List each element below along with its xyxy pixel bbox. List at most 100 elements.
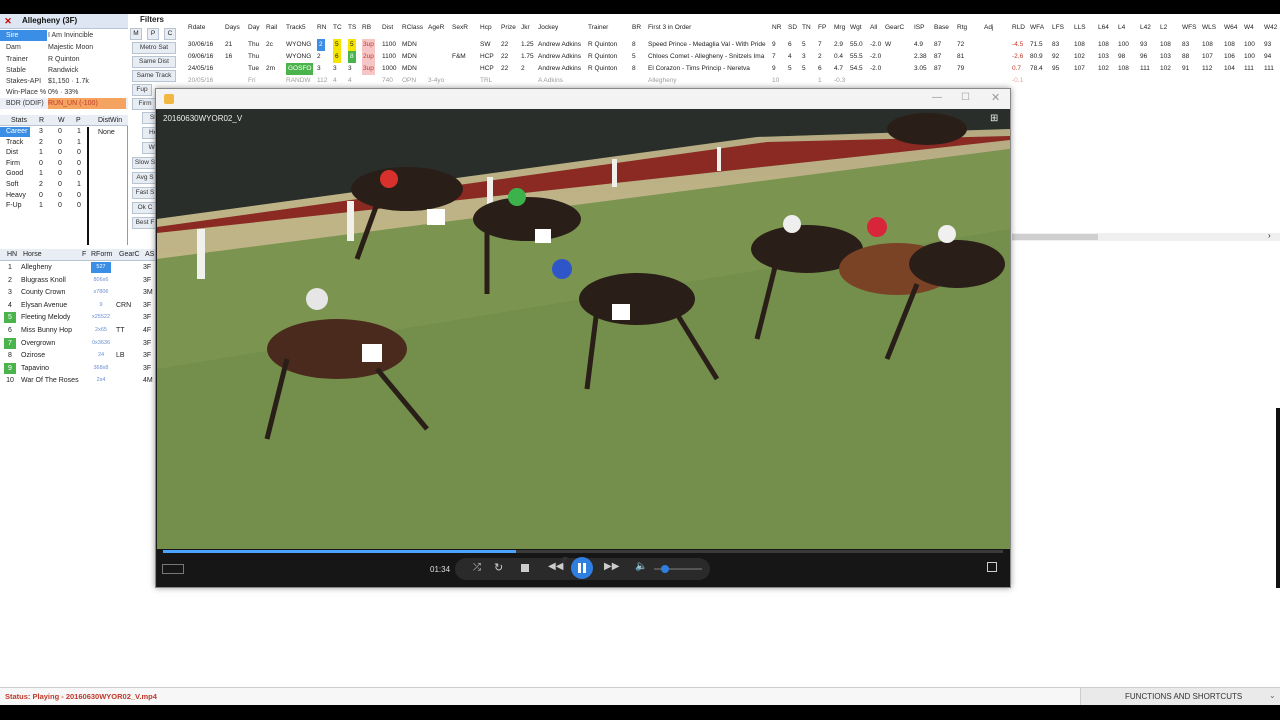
equalizer-icon[interactable] [162, 564, 184, 574]
runner-horse-name[interactable]: County Crown [21, 287, 65, 298]
stats-row[interactable]: F-Up 1 0 0 [0, 201, 90, 211]
shuffle-icon[interactable]: ⤮ [473, 562, 481, 573]
stats-row[interactable]: Good 1 0 0 [0, 169, 90, 179]
grid-header-cell[interactable]: L42 [1140, 22, 1151, 34]
functions-shortcuts-button[interactable]: FUNCTIONS AND SHORTCUTS ⌄ [1080, 688, 1280, 705]
grid-header-cell[interactable]: Rdate [188, 22, 205, 34]
grid-header-cell[interactable]: FP [818, 22, 826, 34]
filter-toggle-m[interactable]: M [130, 28, 142, 40]
stop-icon[interactable] [521, 564, 529, 572]
stats-row[interactable]: Soft 2 0 1 [0, 180, 90, 190]
runner-horse-name[interactable]: Tapavino [21, 363, 49, 374]
grid-header-cell[interactable]: TN [802, 22, 811, 34]
grid-header-cell[interactable]: Hcp [480, 22, 492, 34]
stats-row[interactable]: Track 2 0 1 [0, 138, 90, 148]
runner-row[interactable]: 5 Fleeting Melody x25522 3F [0, 312, 156, 325]
chevron-right-icon[interactable]: › [1268, 231, 1271, 240]
close-icon[interactable]: ✕ [991, 91, 1000, 104]
runner-row[interactable]: 9 Tapavino 368x8 3F [0, 362, 156, 376]
stats-row[interactable]: Dist 1 0 0 [0, 148, 90, 158]
filter-same-track-button[interactable]: Same Track [132, 70, 176, 82]
grid-header-cell[interactable]: NR [772, 22, 781, 34]
runner-horse-name[interactable]: Elysan Avenue [21, 300, 67, 311]
runner-horse-name[interactable]: Allegheny [21, 262, 52, 273]
runner-horse-name[interactable]: Miss Bunny Hop [21, 325, 72, 336]
grid-header-cell[interactable]: SD [788, 22, 797, 34]
grid-header-cell[interactable]: RClass [402, 22, 423, 34]
volume-icon[interactable]: 🔈 [635, 561, 647, 572]
player-titlebar[interactable]: — ☐ ✕ [156, 89, 1010, 109]
filter-metro-sat-button[interactable]: Metro Sat [132, 42, 176, 54]
grid-header-cell[interactable]: WLS [1202, 22, 1216, 34]
grid-header-cell[interactable]: Track5 [286, 22, 306, 34]
runner-row[interactable]: 1 Allegheny 527 3F [0, 262, 156, 275]
grid-horizontal-scrollbar[interactable]: › [1012, 231, 1280, 241]
grid-header-cell[interactable]: RLD [1012, 22, 1025, 34]
volume-slider[interactable] [654, 565, 702, 573]
grid-header-cell[interactable]: LFS [1052, 22, 1064, 34]
grid-header-cell[interactable]: RB [362, 22, 371, 34]
grid-header-cell[interactable]: First 3 in Order [648, 22, 691, 34]
runner-horse-name[interactable]: Overgrown [21, 338, 55, 349]
grid-header-cell[interactable]: Base [934, 22, 949, 34]
grid-header-cell[interactable]: WFS [1182, 22, 1196, 34]
grid-header-cell[interactable]: W4 [1244, 22, 1254, 34]
filter-fup-button[interactable]: Fup [132, 84, 152, 96]
grid-header-cell[interactable]: GearC [885, 22, 904, 34]
grid-row[interactable]: 24/05/16 Tue 2m GOSFO 3 3 3 3up 1000 MDN HCP 22 2 And… [180, 63, 1280, 75]
runner-horse-name[interactable]: Ozirose [21, 350, 45, 361]
filter-same-dist-button[interactable]: Same Dist [132, 56, 176, 68]
grid-header-cell[interactable]: W64 [1224, 22, 1237, 34]
fullscreen-icon[interactable] [987, 562, 997, 572]
fast-forward-icon[interactable]: ▶▶ [604, 561, 619, 572]
grid-header-cell[interactable]: AgeR [428, 22, 444, 34]
grid-header-cell[interactable]: Days [225, 22, 240, 34]
grid-header-cell[interactable]: TS [348, 22, 356, 34]
video-player-window[interactable]: — ☐ ✕ 20160630WYOR02_V ⊞ 01:34 ⤮ ↻ ◀◀ ▶▶… [155, 88, 1011, 588]
video-frame[interactable]: 20160630WYOR02_V ⊞ [157, 109, 1010, 549]
grid-header-cell[interactable]: L4 [1118, 22, 1125, 34]
grid-header-cell[interactable]: Prize [501, 22, 516, 34]
runner-row[interactable]: 3 County Crown x7806 3M [0, 287, 156, 300]
repeat-icon[interactable]: ↻ [494, 561, 503, 574]
close-icon[interactable]: ✕ [2, 15, 14, 27]
minimize-icon[interactable]: — [932, 92, 942, 103]
runner-horse-name[interactable]: Fleeting Melody [21, 312, 70, 323]
grid-header-cell[interactable]: Jockey [538, 22, 558, 34]
grid-header-cell[interactable]: BR [632, 22, 641, 34]
stats-row[interactable]: Heavy 0 0 0 [0, 191, 90, 201]
grid-header-cell[interactable]: Adj [984, 22, 993, 34]
filter-toggle-c[interactable]: C [164, 28, 176, 40]
grid-header-cell[interactable]: Trainer [588, 22, 608, 34]
grid-header-cell[interactable]: L2 [1160, 22, 1167, 34]
grid-header-cell[interactable]: ISP [914, 22, 924, 34]
grid-header-cell[interactable]: LLS [1074, 22, 1086, 34]
seek-bar[interactable] [163, 550, 1003, 553]
grid-header-cell[interactable]: Mrg [834, 22, 845, 34]
grid-header-cell[interactable]: SexR [452, 22, 468, 34]
scrollbar-thumb[interactable] [1012, 234, 1098, 240]
grid-header-cell[interactable]: TC [333, 22, 342, 34]
maximize-icon[interactable]: ☐ [961, 92, 970, 103]
chevron-down-icon[interactable]: ⌄ [1269, 690, 1276, 701]
runner-row[interactable]: 10 War Of The Roses 2x4 4M [0, 375, 156, 388]
stats-row[interactable]: Career 3 0 1 [0, 127, 90, 137]
grid-header-cell[interactable]: Dist [382, 22, 393, 34]
grid-row[interactable]: 20/05/16 Fri RANDW 112 4 4 740 OPN 3-4yo TRL A Adk… [180, 75, 1280, 87]
filter-toggle-p[interactable]: P [147, 28, 159, 40]
runner-horse-name[interactable]: Blugrass Knoll [21, 275, 66, 286]
grid-header-cell[interactable]: Wgt [850, 22, 862, 34]
runner-horse-name[interactable]: War Of The Roses [21, 375, 79, 386]
playlist-icon[interactable]: ⊞ [990, 113, 998, 124]
runner-row[interactable]: 4 Elysan Avenue 9 CRN 3F [0, 300, 156, 313]
grid-row[interactable]: 09/06/16 16 Thu WYONG 2 6 8 2up 1100 MDN F&M HCP 22 1… [180, 51, 1280, 63]
grid-header-cell[interactable]: Rail [266, 22, 277, 34]
grid-header-cell[interactable]: Jkr [521, 22, 530, 34]
stats-row[interactable]: Firm 0 0 0 [0, 159, 90, 169]
rewind-icon[interactable]: ◀◀ [548, 561, 563, 572]
grid-header-cell[interactable]: L64 [1098, 22, 1109, 34]
grid-row[interactable]: 30/06/16 21 Thu 2c WYONG 2 5 5 3up 1100 MDN SW 22 1.2… [180, 39, 1280, 51]
runner-row[interactable]: 7 Overgrown 0x3636 3F [0, 337, 156, 351]
runner-row[interactable]: 8 Ozirose 24 LB 3F [0, 350, 156, 363]
pause-button[interactable] [571, 557, 593, 579]
